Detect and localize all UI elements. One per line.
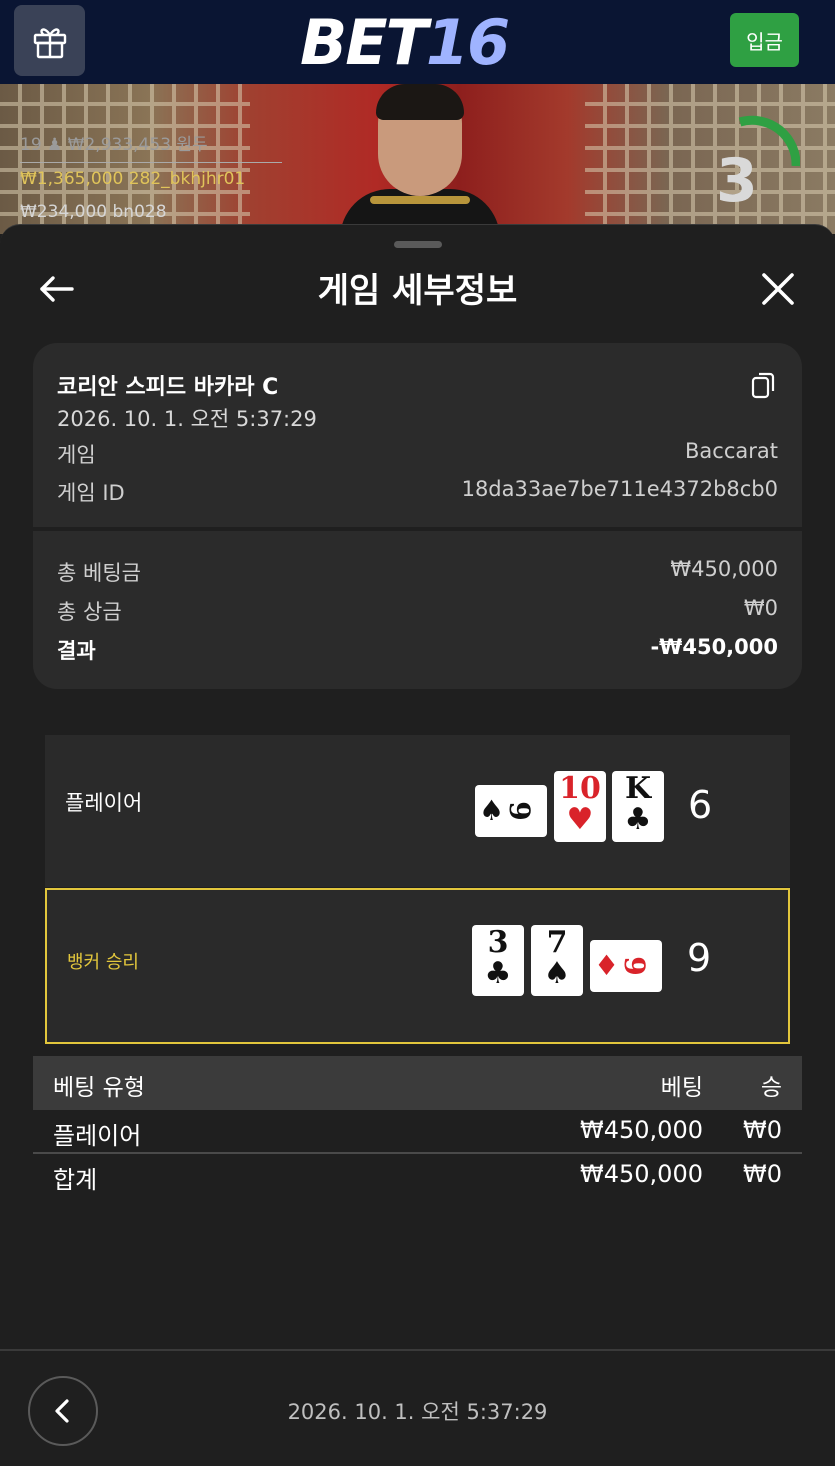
banker-hand: 뱅커 승리 3 ♣ 7 ♠ ♦ 9 9 bbox=[45, 888, 790, 1044]
card-rank: 3 bbox=[487, 925, 509, 960]
live-video-feed: 19 ♟ ₩2,933,453 원두 ₩1,365,000 282_bkhjhr… bbox=[0, 84, 835, 234]
playing-card: 3 ♣ bbox=[472, 925, 524, 996]
card-suit: ♥ bbox=[566, 802, 594, 837]
banker-hand-label: 뱅커 승리 bbox=[67, 952, 139, 973]
card-rank: 9 bbox=[618, 956, 651, 976]
win-amount-cell: ₩0 bbox=[743, 1116, 782, 1144]
total-bet-cell: ₩450,000 bbox=[580, 1160, 703, 1188]
gift-icon bbox=[33, 27, 66, 58]
playing-card: ♦ 9 bbox=[590, 940, 662, 992]
top-bar: BET16 입금 bbox=[0, 0, 835, 84]
card-rank: 9 bbox=[503, 801, 536, 821]
card-suit: ♣ bbox=[624, 802, 652, 837]
game-info-card: 코리안 스피드 바카라 C 2026. 10. 1. 오전 5:37:29 게임… bbox=[33, 343, 802, 689]
ticker-line: 19 ♟ ₩2,933,453 원두 bbox=[20, 129, 282, 163]
total-type-cell: 합계 bbox=[53, 1166, 98, 1194]
header-bet-type: 베팅 유형 bbox=[53, 1075, 145, 1101]
result-value: -₩450,000 bbox=[650, 635, 778, 659]
card-rank: 10 bbox=[559, 771, 601, 806]
footer-datetime: 2026. 10. 1. 오전 5:37:29 bbox=[287, 1400, 548, 1424]
sheet-drag-handle[interactable] bbox=[394, 241, 442, 248]
playing-card: K ♣ bbox=[612, 771, 664, 842]
sheet-title: 게임 세부정보 bbox=[317, 271, 518, 311]
bet16-logo[interactable]: BET16 bbox=[300, 6, 510, 79]
card-divider bbox=[33, 527, 802, 531]
header-win-amount: 승 bbox=[760, 1075, 782, 1101]
card-rank: K bbox=[624, 771, 652, 806]
logo-text: BET bbox=[300, 6, 428, 79]
game-type-value: Baccarat bbox=[685, 439, 778, 463]
banker-score: 9 bbox=[687, 936, 712, 980]
logo-number: 16 bbox=[425, 6, 510, 79]
gift-button[interactable] bbox=[14, 5, 85, 76]
header-bet-amount: 베팅 bbox=[660, 1075, 703, 1101]
game-id-label: 게임 ID bbox=[57, 481, 125, 505]
playing-card: ♠ 9 bbox=[475, 785, 547, 837]
game-details-sheet: 게임 세부정보 코리안 스피드 바카라 C 2026. 10. 1. 오전 5:… bbox=[0, 224, 835, 1465]
bet-amount-cell: ₩450,000 bbox=[580, 1116, 703, 1144]
game-type-label: 게임 bbox=[57, 443, 96, 467]
card-rank: 7 bbox=[546, 925, 568, 960]
total-win-label: 총 상금 bbox=[57, 600, 122, 624]
table-total-row: 합계 ₩450,000 ₩0 bbox=[33, 1154, 802, 1198]
deposit-button[interactable]: 입금 bbox=[730, 13, 799, 67]
close-icon[interactable] bbox=[758, 269, 798, 309]
table-name: 코리안 스피드 바카라 C bbox=[57, 375, 279, 400]
playing-card: 10 ♥ bbox=[554, 771, 606, 842]
total-bet-label: 총 베팅금 bbox=[57, 561, 141, 585]
countdown-number: 3 bbox=[716, 146, 758, 216]
dealer-image bbox=[340, 84, 500, 234]
total-win-value: ₩0 bbox=[743, 596, 778, 620]
card-suit: ♠ bbox=[543, 956, 571, 991]
sheet-footer: 2026. 10. 1. 오전 5:37:29 bbox=[0, 1349, 835, 1466]
playing-card: 7 ♠ bbox=[531, 925, 583, 996]
game-datetime: 2026. 10. 1. 오전 5:37:29 bbox=[57, 407, 317, 431]
card-suit: ♦ bbox=[594, 949, 620, 982]
player-hand: 플레이어 ♠ 9 10 ♥ K ♣ 6 bbox=[45, 735, 790, 887]
total-win-cell: ₩0 bbox=[743, 1160, 782, 1188]
card-suit: ♣ bbox=[484, 956, 512, 991]
player-hand-label: 플레이어 bbox=[65, 791, 143, 815]
game-id-value: 18da33ae7be711e4372b8cb0 bbox=[461, 477, 778, 501]
player-score: 6 bbox=[688, 783, 713, 827]
result-label: 결과 bbox=[57, 639, 96, 663]
winners-ticker: 19 ♟ ₩2,933,453 원두 ₩1,365,000 282_bkhjhr… bbox=[20, 129, 282, 229]
card-suit: ♠ bbox=[479, 794, 505, 827]
copy-icon[interactable] bbox=[751, 371, 777, 399]
table-row: 플레이어 ₩450,000 ₩0 bbox=[33, 1110, 802, 1154]
bet-type-cell: 플레이어 bbox=[53, 1122, 142, 1150]
total-bet-value: ₩450,000 bbox=[670, 557, 778, 581]
bets-table-header: 베팅 유형 베팅 승 bbox=[33, 1056, 802, 1110]
ticker-line: ₩1,365,000 282_bkhjhr01 bbox=[20, 169, 246, 189]
